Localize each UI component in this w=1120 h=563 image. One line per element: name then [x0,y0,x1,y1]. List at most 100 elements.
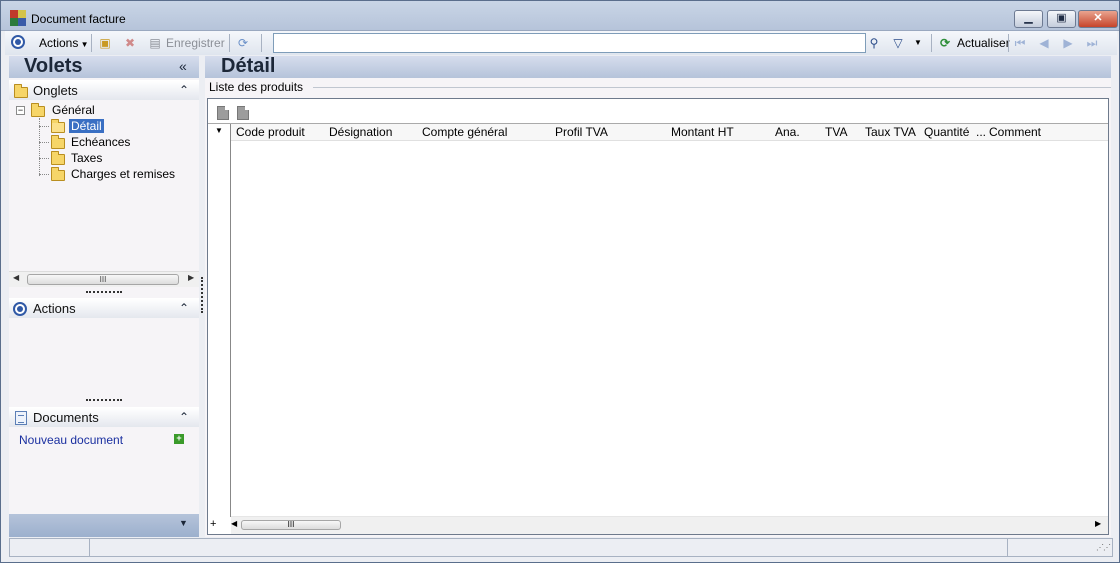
delete-icon[interactable]: ✖ [122,35,138,51]
next-record-icon[interactable]: ▶ [1060,35,1076,51]
scroll-left-icon[interactable]: ◀ [13,273,19,282]
column-header-code-produit[interactable]: Code produit [236,124,305,140]
tree-item-taxes[interactable]: Taxes [71,151,102,165]
tree-expander-icon[interactable]: − [16,106,25,115]
search-input[interactable] [274,34,865,52]
column-header-designation[interactable]: Désignation [329,124,392,140]
resize-grip-icon[interactable]: ⋰⋰ [1096,543,1111,552]
tree-item-charges-remises[interactable]: Charges et remises [71,167,175,181]
actions-menu-button[interactable]: Actions ▼ [39,34,89,52]
window-title: Document facture [31,12,126,26]
refresh-button[interactable]: Actualiser [957,34,1010,52]
onglets-label: Onglets [33,83,78,98]
grid-body: ▼ Code produit Désignation Compte généra… [208,123,1108,517]
minimize-button[interactable]: ▁ [1014,10,1043,28]
tree-item-general[interactable]: Général [52,103,95,117]
folder-icon [51,151,65,165]
actions-menu-label: Actions [39,36,79,50]
detail-header: Détail [205,55,1111,78]
edit-row-icon[interactable] [237,106,249,120]
search-icon[interactable]: ⚲ [866,35,882,51]
folder-icon [31,103,45,117]
first-record-icon[interactable]: ⏮ [1012,35,1028,51]
volets-header: Volets « [9,55,199,78]
sync-icon[interactable]: ⟳ [235,35,251,51]
vertical-splitter-grip[interactable] [201,277,203,313]
previous-record-icon[interactable]: ◀ [1036,35,1052,51]
row-indicator-column: ▼ [208,124,231,517]
tree-horizontal-scrollbar[interactable]: ◀ III ▶ [9,271,199,287]
new-document-icon[interactable]: ▣ [97,35,113,51]
column-header-taux-tva[interactable]: Taux TVA [865,124,916,140]
detail-panel: Détail Liste des produits ▼ Code produit… [205,55,1111,537]
scroll-right-icon[interactable]: ▶ [1095,519,1101,528]
save-icon[interactable]: ▤ [147,35,163,51]
volets-title: Volets [24,55,83,77]
column-chooser-icon[interactable]: ▼ [215,126,223,135]
documents-label: Documents [33,410,99,425]
products-grid: ▼ Code produit Désignation Compte généra… [207,98,1109,535]
splitter-grip[interactable] [86,291,122,294]
onglets-section-header[interactable]: Onglets ⌃ [9,80,199,100]
documents-section-header[interactable]: Documents ⌃ [9,407,199,427]
scrollbar-thumb[interactable]: III [241,520,341,530]
collapse-section-icon[interactable]: ⌃ [179,301,189,315]
column-header-quantite[interactable]: Quantité [924,124,969,140]
save-button[interactable]: Enregistrer [166,34,225,52]
actions-section-header[interactable]: Actions ⌃ [9,298,199,318]
collapse-section-icon[interactable]: ⌃ [179,83,189,97]
collapse-panel-icon[interactable]: « [179,58,187,74]
scroll-left-icon[interactable]: ◀ [231,519,237,528]
column-header-montant-ht[interactable]: Montant HT [671,124,734,140]
app-icon [10,10,26,26]
column-header-profil-tva[interactable]: Profil TVA [555,124,608,140]
column-header-ellipsis[interactable]: ... [976,124,986,140]
actions-icon [13,302,27,316]
tree-item-detail[interactable]: Détail [69,119,104,133]
filter-icon[interactable]: ▽ [890,35,906,51]
close-button[interactable]: ✕ [1078,10,1118,28]
group-divider [313,87,1111,88]
tree-item-detail-label: Détail [69,119,104,133]
scrollbar-thumb[interactable]: III [27,274,179,285]
add-row-icon[interactable] [217,106,229,120]
status-bar: ⋰⋰ [9,538,1113,557]
document-icon [15,411,27,425]
chevron-down-icon[interactable]: ▼ [179,518,188,528]
new-document-link[interactable]: Nouveau document [19,433,123,447]
folder-icon [51,167,65,181]
refresh-icon[interactable]: ⟳ [937,35,953,51]
column-header-tva[interactable]: TVA [825,124,847,140]
search-field[interactable] [273,33,866,53]
page-title: Détail [221,55,276,77]
toolbar-separator [261,34,262,52]
splitter-grip[interactable] [86,399,122,402]
toolbar-separator [1008,34,1009,52]
tree-connector [39,158,49,159]
title-bar[interactable]: Document facture ▁ ▣ ✕ [1,1,1119,31]
folder-icon [14,84,28,98]
column-header-compte-general[interactable]: Compte général [422,124,507,140]
actions-label: Actions [33,301,76,316]
actions-radio-icon [11,35,25,49]
filter-dropdown-icon[interactable]: ▼ [910,35,926,51]
collapse-section-icon[interactable]: ⌃ [179,410,189,424]
tree-item-echeances[interactable]: Echéances [71,135,130,149]
column-header-comment[interactable]: Comment [989,124,1041,140]
application-window: Document facture ▁ ▣ ✕ Actions ▼ ▣ ✖ ▤ E… [0,0,1120,563]
status-cell [10,539,90,556]
main-toolbar: Actions ▼ ▣ ✖ ▤ Enregistrer ⟳ ⚲ ▽ ▼ ⟳ Ac… [5,31,1117,55]
scroll-right-icon[interactable]: ▶ [188,273,194,282]
last-record-icon[interactable]: ⏭ [1084,35,1100,51]
tree-connector [39,142,49,143]
volets-panel: Volets « Onglets ⌃ − Général Détail Eché… [9,55,199,537]
column-header-ana[interactable]: Ana. [775,124,800,140]
volets-footer: ▼ [9,514,199,537]
add-row-button[interactable]: + [210,518,216,530]
maximize-button[interactable]: ▣ [1047,10,1076,28]
toolbar-separator [91,34,92,52]
grid-horizontal-scrollbar[interactable]: ◀ III ▶ [231,516,1108,534]
add-document-icon[interactable]: + [174,434,184,444]
tree-connector [39,126,49,127]
toolbar-separator [931,34,932,52]
